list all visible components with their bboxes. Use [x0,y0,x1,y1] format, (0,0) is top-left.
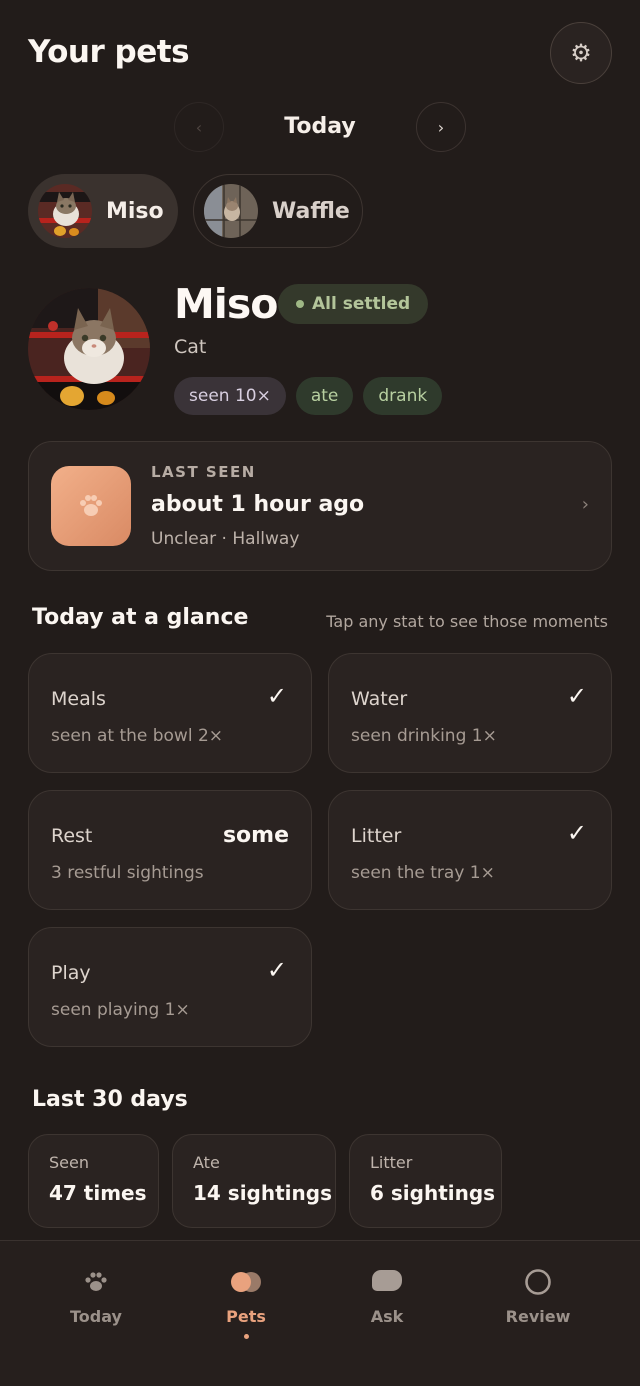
last-seen-detail: Unclear · Hallway [151,529,300,549]
paw-icon [36,1265,156,1299]
stat-subtext: seen at the bowl 2× [51,726,224,746]
tag-seen: seen 10× [174,377,286,415]
stat-card-meals[interactable]: Meals ✓ seen at the bowl 2× [28,653,312,773]
chevron-right-icon: › [437,117,445,137]
summary-value: 14 sightings [193,1181,332,1205]
pet-chip-name: Miso [106,198,164,224]
page-title: Your pets [28,34,190,70]
summary-value: 47 times [49,1181,147,1205]
tab-today[interactable]: Today [36,1265,156,1326]
next-day-button[interactable]: › [416,102,466,152]
circle-icon [478,1265,598,1299]
summary-label: Seen [49,1153,89,1172]
stat-subtext: seen drinking 1× [351,726,497,746]
status-text: All settled [312,294,411,314]
stat-label: Water [351,688,408,710]
summary-label: Ate [193,1153,220,1172]
tag-ate: ate [295,377,354,415]
pet-species: Cat [174,336,207,358]
active-tab-indicator [243,1334,249,1339]
glance-hint: Tap any stat to see those moments [326,612,608,631]
stat-card-play[interactable]: Play ✓ seen playing 1× [28,927,312,1047]
last-seen-kicker: LAST SEEN [151,463,256,481]
checkmark-icon: ✓ [266,956,287,984]
tab-label: Today [70,1307,122,1326]
glance-section-title: Today at a glance [32,605,249,630]
gear-icon: ⚙ [570,39,592,67]
checkmark-icon: ✓ [566,682,587,710]
status-badge: All settled [278,284,429,324]
pet-avatar [204,184,258,238]
tab-label: Ask [370,1307,404,1326]
summary-value: 6 sightings [370,1181,496,1205]
header: Your pets ⚙ [0,0,640,110]
stat-card-water[interactable]: Water ✓ seen drinking 1× [328,653,612,773]
pets-icon [186,1265,306,1299]
summary-card-litter: Litter 6 sightings [349,1134,502,1228]
summary-label: Litter [370,1153,413,1172]
last-seen-thumbnail [51,466,131,546]
checkmark-icon: ✓ [566,819,587,847]
date-navigation: ‹ Today › [0,102,640,154]
checkmark-icon: ✓ [266,682,287,710]
chevron-right-icon: › [581,494,589,515]
date-label: Today [284,114,356,139]
pet-profile-photo [28,288,150,410]
tab-ask[interactable]: Ask [327,1265,447,1326]
stat-label: Meals [51,688,106,710]
tab-label: Pets [226,1307,266,1326]
status-dot-icon [296,300,304,308]
summary-card-seen: Seen 47 times [28,1134,159,1228]
stat-label: Litter [351,825,402,847]
stat-label: Play [51,962,91,984]
stat-subtext: seen playing 1× [51,1000,190,1020]
last-seen-time: about 1 hour ago [151,492,365,517]
chat-bubble-icon [327,1265,447,1299]
stat-card-litter[interactable]: Litter ✓ seen the tray 1× [328,790,612,910]
pet-chip-miso[interactable]: Miso [28,174,178,248]
tab-pets[interactable]: Pets [186,1265,306,1339]
pet-name: Miso [174,280,278,328]
tab-label: Review [505,1307,571,1326]
stat-subtext: seen the tray 1× [351,863,495,883]
previous-day-button[interactable]: ‹ [174,102,224,152]
paw-icon [80,495,102,516]
chevron-left-icon: ‹ [195,117,203,137]
stat-value: some [222,823,289,848]
bottom-navigation: Today Pets Ask Review [0,1240,640,1386]
stat-card-rest[interactable]: Rest some 3 restful sightings [28,790,312,910]
activity-tags: seen 10× ate drank [174,377,443,415]
pet-chip-waffle[interactable]: Waffle [193,174,363,248]
tag-drank: drank [363,377,443,415]
stat-label: Rest [51,825,93,847]
summary-card-ate: Ate 14 sightings [172,1134,336,1228]
settings-button[interactable]: ⚙ [550,22,612,84]
last-seen-card[interactable]: LAST SEEN about 1 hour ago Unclear · Hal… [28,441,612,571]
pet-chip-name: Waffle [272,198,350,224]
pet-avatar [38,184,92,238]
tab-review[interactable]: Review [478,1265,598,1326]
last-30-days-title: Last 30 days [32,1087,188,1112]
stat-subtext: 3 restful sightings [51,863,204,883]
